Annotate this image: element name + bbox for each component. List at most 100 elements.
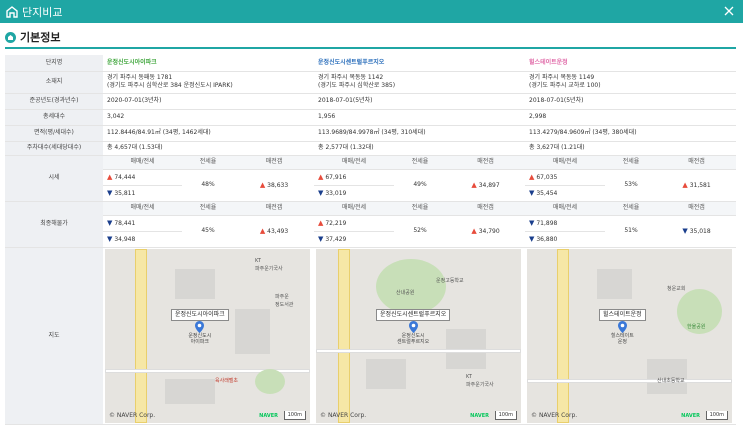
label-households: 총세대수 <box>5 109 103 126</box>
sub-header-ratio: 전세율 <box>182 201 234 216</box>
recent-sale-value: 71,898 <box>536 219 558 227</box>
row-households: 총세대수 3,042 1,956 2,998 <box>5 109 737 126</box>
complex-1-recent-sale: ▼ 78,441 <box>103 215 182 232</box>
row-recent-header: 최종해물가 매매/전세 전세율 매전갭 매매/전세 전세율 매전갭 매매/전세 … <box>5 201 737 248</box>
map-view[interactable]: 청운교회 한울공원 산내초등학교 힐스테이트운정 힐스테이트 운정 © NAVE… <box>527 248 733 423</box>
complex-1-price-jeonse: ▼ 35,811 <box>103 185 182 202</box>
complex-1-recent-ratio: 45% <box>182 215 234 248</box>
sub-header-sale: 매매/전세 <box>525 155 606 170</box>
map-scale: 100m <box>494 410 518 420</box>
recent-jeonse-value: 37,429 <box>325 235 347 243</box>
up-arrow-icon: ▲ <box>529 172 535 181</box>
recent-sale-value: 78,441 <box>114 219 136 227</box>
up-arrow-icon: ▲ <box>682 180 688 189</box>
row-address: 소재지 경기 파주시 동패동 1781 (경기도 파주시 심학산로 384 운정신… <box>5 71 737 94</box>
section-divider <box>5 47 736 49</box>
section-header: 기본정보 <box>5 29 60 45</box>
complex-3-households: 2,998 <box>525 109 737 126</box>
map-copyright: © NAVER Corp. <box>109 411 156 419</box>
naver-logo: NAVER <box>470 412 490 419</box>
down-arrow-icon: ▼ <box>107 188 113 197</box>
sub-header-sale: 매매/전세 <box>525 201 606 216</box>
map-marker[interactable]: 운정신도시센트럴푸르지오 운정신도시 센트럴푸르지오 <box>376 308 451 345</box>
up-arrow-icon: ▲ <box>318 172 324 181</box>
sub-header-gap: 매전갭 <box>446 201 526 216</box>
poi-label: 파주운 정도서관 <box>275 293 294 308</box>
complex-2-recent-ratio: 52% <box>394 215 447 248</box>
map-marker-sub: 운정신도시 센트럴푸르지오 <box>397 332 430 345</box>
price-jeonse-value: 35,454 <box>536 189 558 197</box>
sub-header-sale: 매매/전세 <box>103 155 182 170</box>
sub-header-gap: 매전갭 <box>446 155 526 170</box>
close-icon[interactable] <box>721 3 737 19</box>
complex-3-parking: 총 3,627대 (1.21대) <box>525 141 737 156</box>
poi-label: 산내초등학교 <box>657 377 685 384</box>
complex-1-area: 112.8446/84.91㎡ (34평, 1462세대) <box>103 125 315 142</box>
location-pin-icon <box>617 320 627 333</box>
up-arrow-icon: ▲ <box>471 226 477 235</box>
complex-2-households: 1,956 <box>314 109 526 126</box>
sub-header-gap: 매전갭 <box>657 155 737 170</box>
complex-2-price-jeonse: ▼ 33,019 <box>314 185 395 202</box>
complex-3-price-jeonse: ▼ 35,454 <box>525 185 606 202</box>
complex-1-address: 경기 파주시 동패동 1781 (경기도 파주시 심학산로 384 운정신도시 I… <box>103 71 315 94</box>
sub-header-ratio: 전세율 <box>394 155 447 170</box>
section-icon <box>5 31 16 43</box>
label-recent: 최종해물가 <box>5 201 103 248</box>
poi-label: 청운교회 <box>667 285 686 292</box>
complex-2-name[interactable]: 운정신도시센트럴푸르지오 <box>314 55 526 72</box>
recent-gap-value: 43,493 <box>267 227 289 235</box>
map-copyright: © NAVER Corp. <box>531 411 578 419</box>
sub-header-ratio: 전세율 <box>605 155 658 170</box>
label-area: 면적(평/세대수) <box>5 125 103 142</box>
complex-2-price-ratio: 49% <box>394 169 447 202</box>
down-arrow-icon: ▼ <box>529 234 535 243</box>
complex-1-map-cell: KT 파주운기국사 파주운 정도서관 육사래벨초 운정신도시아이파크 운정신도시… <box>103 247 315 425</box>
sub-header-gap: 매전갭 <box>234 155 315 170</box>
map-marker[interactable]: 힐스테이트운정 힐스테이트 운정 <box>599 308 646 345</box>
down-arrow-icon: ▼ <box>107 218 113 227</box>
complex-3-price-ratio: 53% <box>605 169 658 202</box>
sub-header-gap: 매전갭 <box>234 201 315 216</box>
down-arrow-icon: ▼ <box>682 226 688 235</box>
complex-1-households: 3,042 <box>103 109 315 126</box>
map-marker[interactable]: 운정신도시아이파크 운정신도시 아이파크 <box>171 308 229 345</box>
complex-2-map-cell: 산내공원 운정고등학교 KT 파주운기국사 운정신도시센트럴푸르지오 운정신도시… <box>314 247 526 425</box>
naver-logo: NAVER <box>259 412 278 419</box>
complex-1-recent-jeonse: ▼ 34,948 <box>103 231 182 248</box>
complex-2-parking: 총 2,577대 (1.32대) <box>314 141 526 156</box>
complex-2-recent-sale: ▲ 72,219 <box>314 215 395 232</box>
down-arrow-icon: ▼ <box>318 188 324 197</box>
address-line: 경기 파주시 목동동 1142 <box>318 74 384 81</box>
map-view[interactable]: KT 파주운기국사 파주운 정도서관 육사래벨초 운정신도시아이파크 운정신도시… <box>105 248 310 423</box>
map-view[interactable]: 산내공원 운정고등학교 KT 파주운기국사 운정신도시센트럴푸르지오 운정신도시… <box>316 248 522 423</box>
address-line: (경기도 파주시 심학산로 385) <box>318 82 396 89</box>
section-title: 기본정보 <box>20 31 61 44</box>
complex-2-price-gap: ▲ 34,897 <box>446 169 526 202</box>
row-parking: 주차대수(세대당대수) 총 4,657대 (1.53대) 총 2,577대 (1… <box>5 141 737 156</box>
complex-3-map-cell: 청운교회 한울공원 산내초등학교 힐스테이트운정 힐스테이트 운정 © NAVE… <box>525 247 737 425</box>
compare-table: 단지명 운정신도시아이파크 운정신도시센트럴푸르지오 힐스테이트운정 소재지 경… <box>5 55 737 425</box>
down-arrow-icon: ▼ <box>529 218 535 227</box>
poi-label: 한울공원 <box>687 323 706 330</box>
price-jeonse-value: 33,019 <box>325 189 347 197</box>
complex-2-address: 경기 파주시 목동동 1142 (경기도 파주시 심학산로 385) <box>314 71 526 94</box>
up-arrow-icon: ▲ <box>259 226 266 235</box>
price-gap-value: 34,897 <box>478 181 500 189</box>
complex-3-recent-ratio: 51% <box>605 215 658 248</box>
sub-header-ratio: 전세율 <box>394 201 447 216</box>
complex-1-price-gap: ▲ 38,633 <box>234 169 315 202</box>
map-marker-label: 힐스테이트운정 <box>599 308 646 321</box>
recent-gap-value: 34,790 <box>478 227 500 235</box>
sub-header-gap: 매전갭 <box>657 201 737 216</box>
complex-1-name[interactable]: 운정신도시아이파크 <box>103 55 315 72</box>
address-line: (경기도 파주시 교하로 100) <box>529 82 601 89</box>
poi-label: 산내공원 <box>396 289 415 296</box>
window-title: 단지비교 <box>22 5 63 19</box>
up-arrow-icon: ▲ <box>259 180 266 189</box>
label-map: 지도 <box>5 247 103 425</box>
window-titlebar: 단지비교 <box>0 0 743 23</box>
recent-gap-value: 35,018 <box>689 227 711 235</box>
complex-3-name[interactable]: 힐스테이트운정 <box>525 55 737 72</box>
up-arrow-icon: ▲ <box>107 172 113 181</box>
